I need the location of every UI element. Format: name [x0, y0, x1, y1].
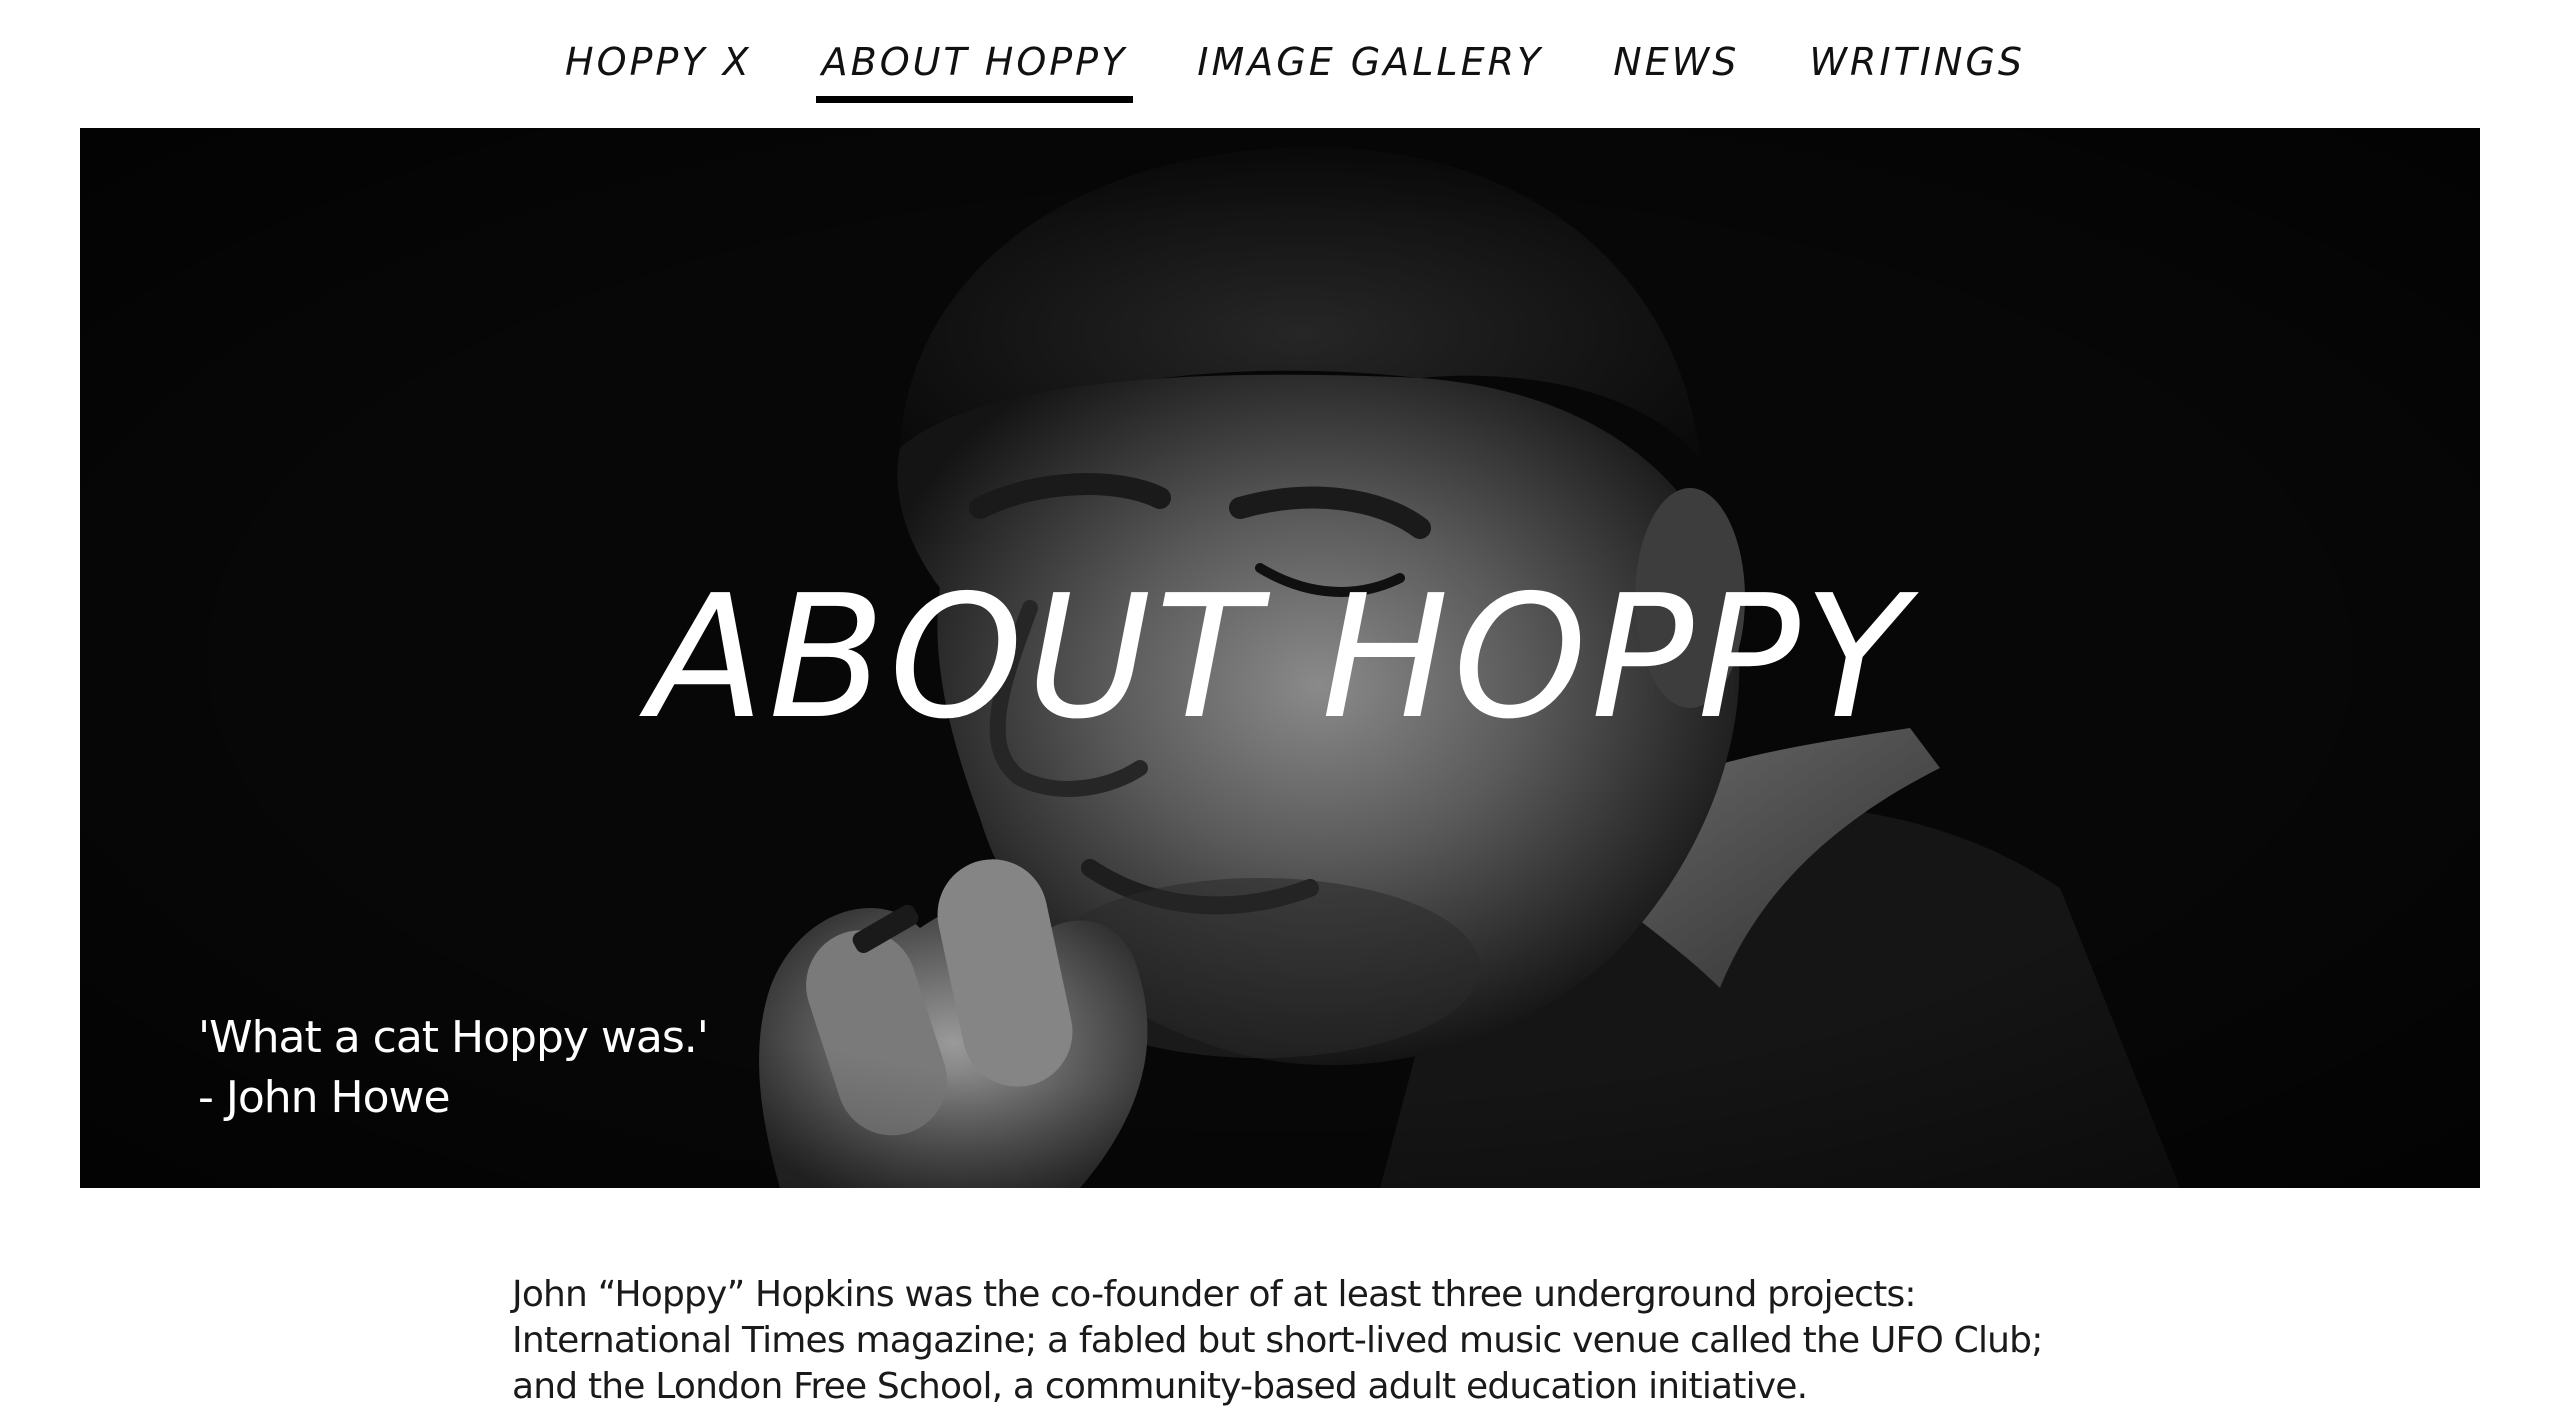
- hero-quote: 'What a cat Hoppy was.' - John Howe: [198, 1008, 709, 1128]
- nav-item-news[interactable]: NEWS: [1607, 38, 1745, 103]
- quote-attribution: - John Howe: [198, 1072, 451, 1123]
- main-nav: HOPPY X ABOUT HOPPY IMAGE GALLERY NEWS W…: [0, 0, 2560, 128]
- hero-banner: ABOUT HOPPY 'What a cat Hoppy was.' - Jo…: [80, 128, 2480, 1188]
- nav-list: HOPPY X ABOUT HOPPY IMAGE GALLERY NEWS W…: [559, 38, 2031, 103]
- nav-item-image-gallery[interactable]: IMAGE GALLERY: [1191, 38, 1549, 103]
- nav-item-writings[interactable]: WRITINGS: [1803, 38, 2031, 103]
- quote-text: 'What a cat Hoppy was.': [198, 1012, 709, 1063]
- intro-paragraph: John “Hoppy” Hopkins was the co-founder …: [512, 1274, 2043, 1407]
- nav-item-hoppy-x[interactable]: HOPPY X: [559, 38, 758, 103]
- nav-item-about-hoppy[interactable]: ABOUT HOPPY: [815, 38, 1134, 103]
- hero-title: ABOUT HOPPY: [648, 559, 1912, 757]
